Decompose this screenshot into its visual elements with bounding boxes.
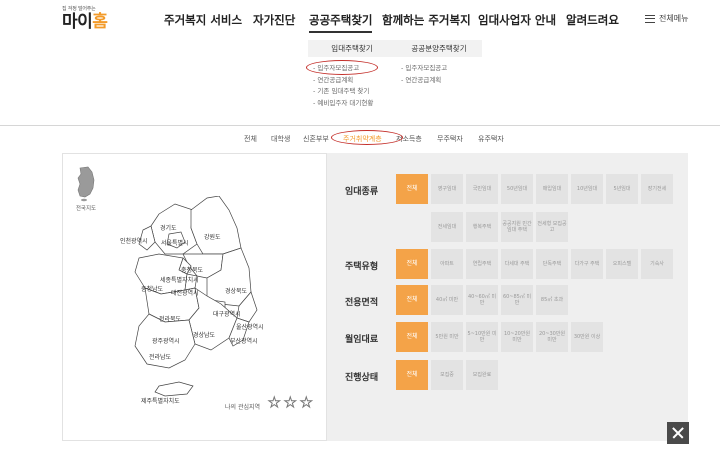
nav-together-welfare[interactable]: 함께하는 주거복지 (382, 12, 471, 28)
rental-type-option[interactable]: 매입임대 (536, 174, 568, 204)
region-shape[interactable] (154, 381, 194, 397)
dropdown-item[interactable]: - 입주자모집공고 (401, 63, 447, 75)
house-type-option[interactable]: 기숙사 (641, 249, 673, 279)
nav-notices[interactable]: 알려드려요 (566, 12, 619, 28)
house-type-label: 주택유형 (345, 262, 379, 272)
dropdown-item[interactable]: - 연간공급계획 (313, 75, 373, 87)
house-type-option[interactable]: 아파트 (431, 249, 463, 279)
nation-map-button[interactable]: 전국지도 (72, 164, 100, 212)
region-label[interactable]: 서울특별시 (161, 238, 189, 247)
star-outline-icon[interactable]: ★ (268, 396, 282, 411)
region-label[interactable]: 경상남도 (193, 330, 215, 339)
korea-mini-map-icon (77, 166, 95, 202)
region-label[interactable]: 세종특별자치시 (160, 275, 199, 284)
tab-homeless[interactable]: 무주택자 (437, 134, 463, 144)
interest-region-label: 나의 관심지역 (225, 404, 261, 411)
rental-type-option[interactable]: 전세임대 (431, 212, 463, 242)
area-option[interactable]: 85㎡ 초과 (536, 285, 568, 315)
monthly-rent-option[interactable]: 30만원 이상 (571, 322, 603, 352)
region-label[interactable]: 전라북도 (159, 314, 181, 323)
nation-map-label: 전국지도 (75, 206, 97, 212)
monthly-rent-option[interactable]: 전체 (396, 322, 428, 352)
rental-type-option[interactable]: 공공지원 민간임대 주택 (501, 212, 533, 242)
dropdown-public-sale-list: - 입주자모집공고 - 연간공급계획 (401, 63, 447, 86)
rental-type-option[interactable]: 5년임대 (606, 174, 638, 204)
area-option[interactable]: 전체 (396, 285, 428, 315)
region-label[interactable]: 충청남도 (141, 284, 163, 293)
region-map: 전국지도 경기도 강원도 인천광역시 서울특별시 충청북도 세종특별자치시 충청… (62, 153, 327, 441)
rental-type-option[interactable]: 행복주택 (466, 212, 498, 242)
dropdown-public-sale-title[interactable]: 공공분양주택찾기 (396, 40, 482, 57)
area-option[interactable]: 40㎡ 미만 (431, 285, 463, 315)
close-icon[interactable] (667, 422, 689, 444)
region-label[interactable]: 경기도 (160, 223, 177, 232)
region-label[interactable]: 충청북도 (181, 265, 203, 274)
area-option[interactable]: 40~60㎡ 미만 (466, 285, 498, 315)
area-option[interactable]: 60~85㎡ 미만 (501, 285, 533, 315)
nav-public-housing-search[interactable]: 공공주택찾기 (309, 12, 373, 33)
house-type-option[interactable]: 오피스텔 (606, 249, 638, 279)
nav-rental-business-guide[interactable]: 임대사업자 안내 (478, 12, 556, 28)
search-panel: 전국지도 경기도 강원도 인천광역시 서울특별시 충청북도 세종특별자치시 충청… (62, 153, 688, 441)
house-type-option[interactable]: 단독주택 (536, 249, 568, 279)
hamburger-icon (645, 14, 655, 23)
status-option[interactable]: 전체 (396, 360, 428, 390)
monthly-rent-label: 월임대료 (345, 335, 379, 345)
monthly-rent-option[interactable]: 5만원 미만 (431, 322, 463, 352)
status-option[interactable]: 모집완료 (466, 360, 498, 390)
tab-homeowner[interactable]: 유주택자 (478, 134, 504, 144)
tab-newlyweds[interactable]: 신혼부부 (303, 134, 329, 144)
tab-university-student[interactable]: 대학생 (271, 134, 290, 144)
dropdown-item[interactable]: - 예비입주자 대기현황 (313, 98, 373, 110)
all-menu-label: 전체메뉴 (659, 14, 689, 23)
house-type-option[interactable]: 다가구 주택 (571, 249, 603, 279)
star-outline-icon[interactable]: ★ (300, 396, 314, 411)
all-menu-button[interactable]: 전체메뉴 (645, 13, 688, 24)
nav-housing-welfare-service[interactable]: 주거복지 서비스 (164, 12, 242, 28)
region-label[interactable]: 광주광역시 (152, 336, 180, 345)
rental-type-option[interactable]: 전체 (396, 174, 428, 204)
rental-type-option[interactable]: 10년임대 (571, 174, 603, 204)
region-label[interactable]: 강원도 (204, 232, 221, 241)
rental-type-option[interactable]: 영구임대 (431, 174, 463, 204)
region-label[interactable]: 부산광역시 (230, 336, 258, 345)
monthly-rent-option[interactable]: 20~30만원 미만 (536, 322, 568, 352)
rental-type-option[interactable]: 장기전세 (641, 174, 673, 204)
korea-map-icon (134, 196, 258, 397)
rental-type-option[interactable]: 50년임대 (501, 174, 533, 204)
logo-name: 마이홈 (62, 12, 108, 32)
region-label[interactable]: 인천광역시 (120, 236, 148, 245)
region-label[interactable]: 대전광역시 (171, 288, 199, 297)
dropdown-item[interactable]: - 연간공급계획 (401, 75, 447, 87)
region-label[interactable]: 제주특별자치도 (141, 396, 180, 405)
rental-type-option[interactable]: 국민임대 (466, 174, 498, 204)
logo[interactable]: 집 걱정 덜어주는 마이홈 (62, 6, 122, 34)
region-label[interactable]: 전라남도 (149, 352, 171, 361)
region-shape[interactable] (190, 196, 242, 255)
house-type-option[interactable]: 연립주택 (466, 249, 498, 279)
house-type-option[interactable]: 전체 (396, 249, 428, 279)
status-option[interactable]: 모집중 (431, 360, 463, 390)
star-outline-icon[interactable]: ★ (284, 396, 298, 411)
dropdown-item[interactable]: - 기존 임대주택 찾기 (313, 86, 373, 98)
highlight-ring (306, 60, 378, 75)
highlight-ring (331, 130, 403, 145)
monthly-rent-option[interactable]: 10~20만원 미만 (501, 322, 533, 352)
rental-type-option[interactable]: 전세형 모집공고 (536, 212, 568, 242)
header-divider (0, 125, 720, 126)
area-label: 전용면적 (345, 298, 379, 308)
region-label[interactable]: 대구광역시 (213, 309, 241, 318)
status-label: 진행상태 (345, 373, 379, 383)
house-type-option[interactable]: 다세대 주택 (501, 249, 533, 279)
tab-all[interactable]: 전체 (244, 134, 257, 144)
region-label[interactable]: 경상북도 (225, 286, 247, 295)
rental-type-label: 임대종류 (345, 187, 379, 197)
dropdown-rental-housing-title[interactable]: 임대주택찾기 (308, 40, 396, 57)
nav-self-diagnosis[interactable]: 자가진단 (253, 12, 295, 28)
region-label[interactable]: 울산광역시 (236, 322, 264, 331)
monthly-rent-option[interactable]: 5~10만원 미만 (466, 322, 498, 352)
